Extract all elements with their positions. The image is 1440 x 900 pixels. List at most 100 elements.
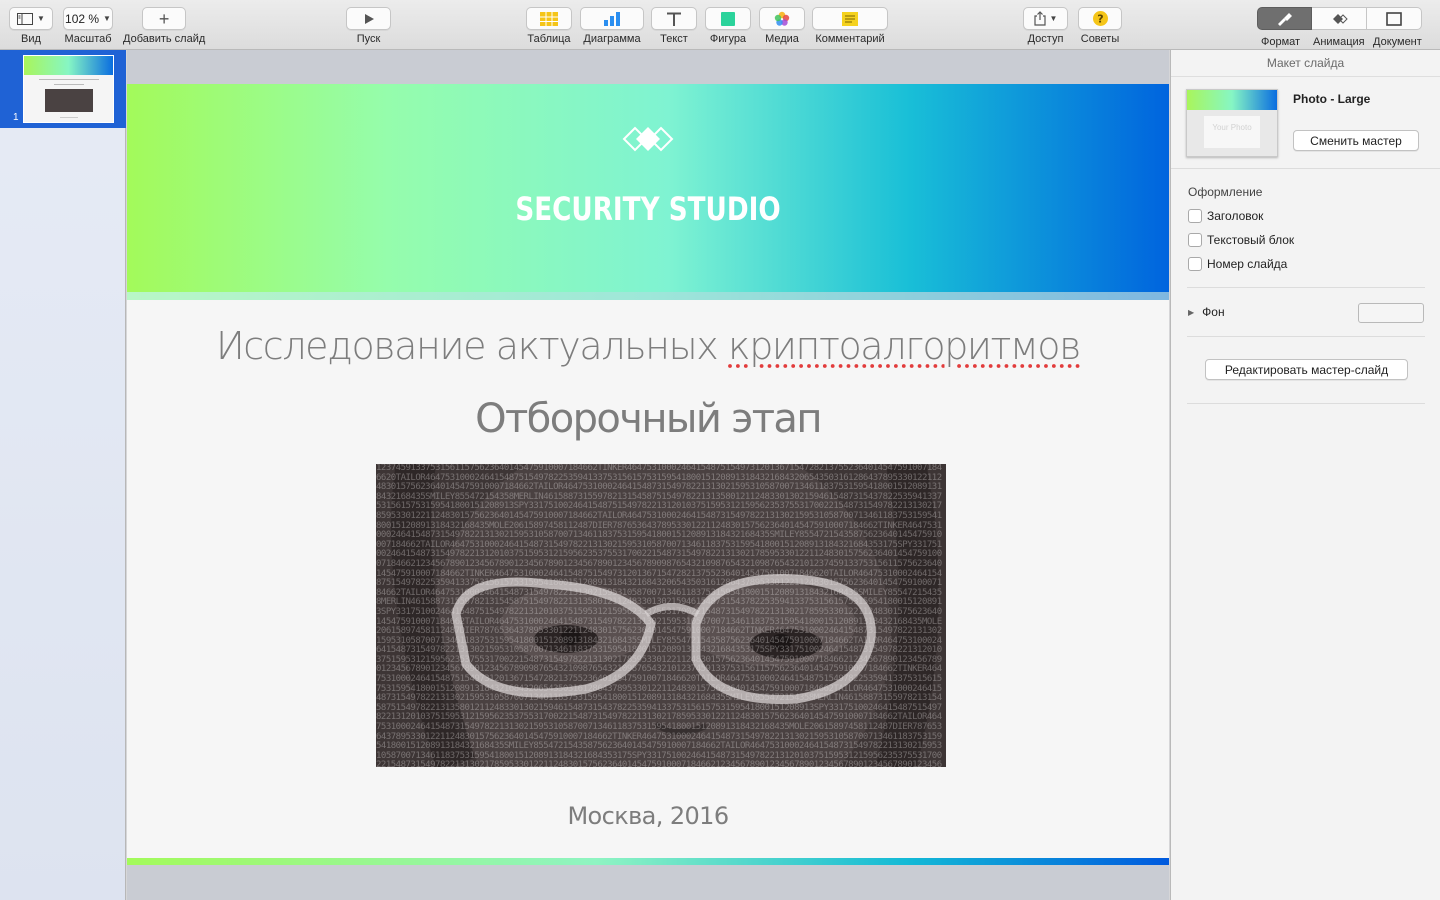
plus-icon: +	[158, 8, 170, 29]
slide-canvas: SECURITY STUDIO Исследование актуальных …	[127, 50, 1169, 900]
tips-tool[interactable]: ? Советы	[1078, 7, 1122, 46]
share-label: Доступ	[1027, 33, 1064, 45]
chart-label: Диаграмма	[583, 33, 641, 45]
shape-tool[interactable]: Фигура	[705, 7, 751, 46]
slide-photo[interactable]: 1237459133753156115756236401454759100071…	[376, 464, 946, 767]
thumbnail-banner	[24, 56, 113, 75]
slide-number: 1	[13, 112, 19, 123]
title-checkbox-row[interactable]: Заголовок	[1188, 209, 1263, 223]
brand-title[interactable]: SECURITY STUDIO	[221, 190, 1075, 228]
add-slide-tool[interactable]: + Добавить слайд	[123, 7, 205, 46]
table-label: Таблица	[527, 33, 571, 45]
thumbnail-title-line	[38, 79, 99, 80]
toolbar: ▼ Вид 102 % ▼ Масштаб + Добавить слайд П…	[0, 0, 1440, 50]
document-icon	[1386, 11, 1402, 26]
edit-master-slide-button[interactable]: Редактировать мастер-слайд	[1205, 359, 1408, 380]
comment-button[interactable]	[812, 7, 888, 30]
slide[interactable]: SECURITY STUDIO Исследование актуальных …	[127, 84, 1169, 865]
chart-button[interactable]	[580, 7, 644, 30]
appearance-section-title: Оформление	[1188, 185, 1263, 199]
text-tool[interactable]: Текст	[651, 7, 697, 46]
title-checkbox[interactable]	[1188, 209, 1202, 223]
banner-strip	[127, 292, 1169, 300]
table-icon	[540, 11, 558, 26]
background-color-well[interactable]	[1358, 303, 1424, 323]
view-tool[interactable]: ▼ Вид	[9, 7, 53, 46]
shape-button[interactable]	[705, 7, 751, 30]
text-button[interactable]	[651, 7, 697, 30]
text-label: Текст	[660, 33, 688, 45]
format-tab[interactable]	[1257, 7, 1312, 30]
slide-footer-text[interactable]: Москва, 2016	[127, 802, 1169, 830]
inspector-header: Макет слайда	[1171, 50, 1440, 77]
master-thumbnail-placeholder: Your Photo	[1204, 116, 1260, 148]
slide-number-checkbox-label: Номер слайда	[1207, 257, 1288, 271]
view-button[interactable]: ▼	[9, 7, 53, 30]
chevron-down-icon: ▼	[37, 14, 45, 23]
table-tool[interactable]: Таблица	[526, 7, 572, 46]
shape-icon	[721, 11, 735, 26]
play-button[interactable]	[346, 7, 391, 30]
view-label: Вид	[21, 33, 41, 45]
media-button[interactable]	[759, 7, 805, 30]
photos-flower-icon	[774, 11, 790, 26]
divider	[1171, 168, 1440, 169]
slide-subtitle[interactable]: Отборочный этап	[127, 396, 1169, 442]
add-slide-button[interactable]: +	[142, 7, 187, 30]
slide-thumbnail-selected[interactable]: 1	[0, 50, 126, 128]
master-name: Photo - Large	[1293, 92, 1371, 106]
background-row[interactable]: ▶ Фон	[1188, 305, 1225, 319]
question-icon: ?	[1092, 11, 1108, 26]
play-tool[interactable]: Пуск	[346, 7, 391, 46]
change-master-button[interactable]: Сменить мастер	[1293, 130, 1419, 151]
inspector-panel: Макет слайда Your Photo Photo - Large См…	[1170, 50, 1440, 900]
slide-number-checkbox-row[interactable]: Номер слайда	[1188, 257, 1287, 271]
slide-number-checkbox[interactable]	[1188, 257, 1202, 271]
shape-label: Фигура	[709, 33, 747, 45]
inspector-segmented-control	[1257, 7, 1422, 30]
diamond-logo-icon	[622, 126, 674, 152]
footer-strip	[127, 858, 1169, 865]
body-checkbox-row[interactable]: Текстовый блок	[1188, 233, 1294, 247]
tips-button[interactable]: ?	[1078, 7, 1122, 30]
comment-tool[interactable]: Комментарий	[812, 7, 888, 46]
photo-digits-overlay: 1237459133753156115756236401454759100071…	[376, 464, 942, 767]
master-thumbnail[interactable]: Your Photo	[1186, 89, 1278, 157]
chevron-down-icon: ▼	[103, 14, 111, 23]
zoom-select[interactable]: 102 % ▼	[63, 7, 113, 30]
slide-title[interactable]: Исследование актуальных криптоалгоритмов	[127, 324, 1169, 368]
animation-diamond-icon	[1333, 13, 1348, 24]
share-tool[interactable]: ▼ Доступ	[1023, 7, 1068, 46]
add-slide-label: Добавить слайд	[123, 33, 206, 45]
share-button[interactable]: ▼	[1023, 7, 1068, 30]
zoom-label: Масштаб	[64, 33, 112, 45]
header-banner[interactable]: SECURITY STUDIO	[127, 84, 1169, 292]
media-tool[interactable]: Медиа	[759, 7, 805, 46]
comment-icon	[842, 11, 858, 26]
thumbnail-photo	[44, 89, 93, 112]
zoom-tool[interactable]: 102 % ▼ Масштаб	[63, 7, 113, 46]
play-label: Пуск	[356, 33, 381, 45]
body-checkbox-label: Текстовый блок	[1207, 233, 1295, 247]
slide-title-misspelled-word: криптоалгоритмов	[728, 324, 1081, 368]
document-tab[interactable]	[1367, 7, 1422, 30]
chart-tool[interactable]: Диаграмма	[580, 7, 644, 46]
animate-tab[interactable]	[1312, 7, 1367, 30]
master-thumbnail-text: Your Photo	[1212, 123, 1252, 132]
background-label: Фон	[1202, 305, 1225, 319]
slide-thumbnail[interactable]	[23, 55, 114, 123]
animate-label: Анимация	[1313, 36, 1365, 48]
share-icon	[1033, 11, 1046, 26]
chevron-down-icon: ▼	[1049, 14, 1058, 23]
sidebar-layout-icon	[17, 12, 34, 25]
document-label: Документ	[1373, 36, 1422, 48]
bar-chart-icon	[604, 11, 620, 26]
body-checkbox[interactable]	[1188, 233, 1202, 247]
table-button[interactable]	[526, 7, 572, 30]
play-icon	[364, 13, 374, 24]
thumbnail-subtitle-line	[53, 84, 84, 85]
disclosure-triangle-icon[interactable]: ▶	[1188, 308, 1194, 317]
comment-label: Комментарий	[815, 33, 885, 45]
title-checkbox-label: Заголовок	[1207, 209, 1264, 223]
tips-label: Советы	[1080, 33, 1120, 45]
